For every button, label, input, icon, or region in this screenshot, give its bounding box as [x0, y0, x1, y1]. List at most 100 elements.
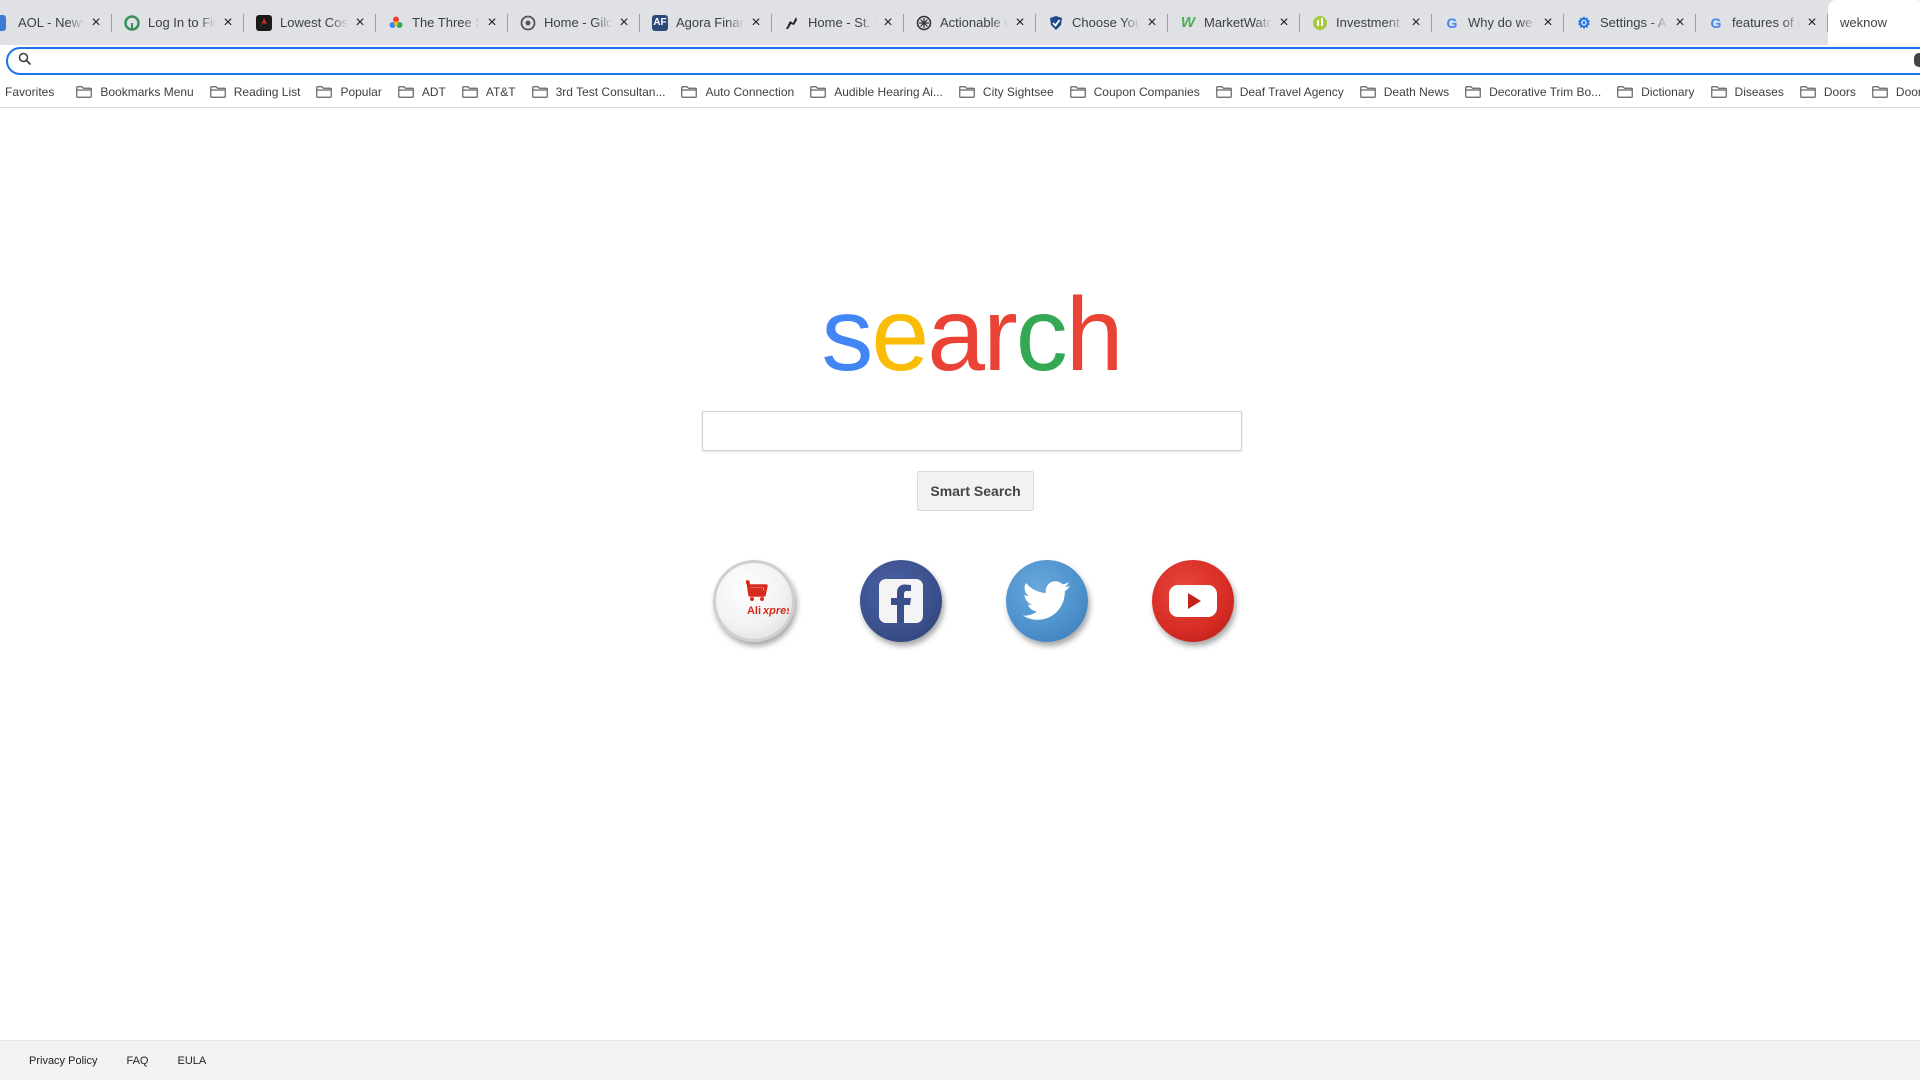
bookmark-folder[interactable]: AT&T	[454, 80, 524, 104]
bookmark-folder[interactable]: Diseases	[1703, 80, 1792, 104]
tab-aol[interactable]: AOL - News, Sports, Weather ×	[0, 0, 112, 45]
bookmark-label: AT&T	[485, 84, 516, 99]
folder-icon	[810, 85, 827, 98]
bookmark-folder[interactable]: Door Compa	[1864, 80, 1920, 104]
bookmark-label: Diseases	[1734, 84, 1784, 99]
folder-icon	[316, 85, 333, 98]
footer: Privacy Policy FAQ EULA	[0, 1040, 1920, 1080]
tab-agora[interactable]: AF Agora Financial ×	[640, 0, 772, 45]
actionable-icon	[916, 15, 932, 31]
aliexpress-shortcut[interactable]: Ali xpress	[713, 560, 795, 642]
tab-three-sisters[interactable]: The Three Sisters ×	[376, 0, 508, 45]
eula-link[interactable]: EULA	[177, 1055, 206, 1067]
close-icon[interactable]: ×	[352, 14, 368, 31]
folder-icon	[1617, 85, 1634, 98]
tab-marketwatch[interactable]: W MarketWatch ×	[1168, 0, 1300, 45]
tab-st-paul[interactable]: Home - St. Paul ×	[772, 0, 904, 45]
bookmark-folder[interactable]: Dictionary	[1609, 80, 1702, 104]
bookmark-folder[interactable]: Audible Hearing Ai...	[802, 80, 951, 104]
bookmark-folder[interactable]: Reading List	[202, 80, 309, 104]
settings-gear-icon: ⚙	[1577, 14, 1591, 31]
folder-icon	[1215, 85, 1232, 98]
bookmark-label: ADT	[421, 84, 446, 99]
bookmark-label: Audible Hearing Ai...	[834, 84, 943, 99]
folder-icon	[531, 85, 548, 98]
close-icon[interactable]: ×	[484, 14, 500, 31]
tab-title: Why do we sleep	[1468, 15, 1536, 30]
fidelity-icon	[124, 14, 140, 31]
bookmark-folder[interactable]: ADT	[390, 80, 454, 104]
bookmark-favorites[interactable]: Favorites	[0, 80, 68, 104]
folder-icon	[681, 85, 698, 98]
bookmark-label: 3rd Test Consultan...	[555, 84, 666, 99]
youtube-icon	[1169, 585, 1217, 617]
logo-letter: a	[927, 277, 985, 393]
folder-icon	[461, 85, 478, 98]
st-paul-icon	[784, 15, 800, 31]
privacy-policy-link[interactable]: Privacy Policy	[29, 1055, 97, 1067]
extension-icon[interactable]	[1914, 53, 1920, 67]
bookmark-label: Decorative Trim Bo...	[1489, 84, 1602, 99]
bookmark-folder[interactable]: Popular	[308, 80, 389, 104]
tab-title: Home - St. Paul	[808, 15, 876, 30]
bookmark-folder[interactable]: Death News	[1352, 80, 1457, 104]
aliexpress-icon: Ali xpress	[746, 580, 789, 617]
tab-investment[interactable]: Investment Tools ×	[1300, 0, 1432, 45]
tab-settings[interactable]: ⚙ Settings - About ×	[1564, 0, 1696, 45]
tab-strip: AOL - News, Sports, Weather × Log In to …	[0, 0, 1920, 45]
facebook-shortcut[interactable]	[860, 560, 942, 642]
close-icon[interactable]: ×	[1144, 14, 1160, 31]
bookmark-label: Auto Connection	[705, 84, 795, 99]
close-icon[interactable]: ×	[1540, 14, 1556, 31]
folder-icon	[1069, 85, 1086, 98]
bookmark-folder[interactable]: City Sightsee	[951, 80, 1062, 104]
tab-title: MarketWatch	[1204, 15, 1272, 30]
bookmark-folder[interactable]: Auto Connection	[673, 80, 802, 104]
tab-why-sleep[interactable]: G Why do we sleep ×	[1432, 0, 1564, 45]
twitter-shortcut[interactable]	[1006, 560, 1088, 642]
smart-search-button[interactable]: Smart Search	[917, 471, 1034, 511]
facebook-icon	[879, 579, 923, 623]
tab-title: Investment Tools	[1336, 15, 1404, 30]
tab-lowest-cost[interactable]: Lowest Cost ×	[244, 0, 376, 45]
close-icon[interactable]: ×	[880, 14, 896, 31]
close-icon[interactable]: ×	[1408, 14, 1424, 31]
folder-icon	[959, 85, 975, 98]
close-icon[interactable]: ×	[1012, 14, 1028, 31]
tab-features-google[interactable]: G features of google ×	[1696, 0, 1828, 45]
bookmark-label: Dictionary	[1641, 84, 1695, 99]
tab-title: features of google	[1732, 15, 1800, 30]
bookmark-folder[interactable]: Decorative Trim Bo...	[1457, 80, 1609, 104]
bookmark-folder[interactable]: 3rd Test Consultan...	[524, 80, 674, 104]
search-icon	[18, 52, 32, 71]
close-icon[interactable]: ×	[88, 14, 104, 31]
tab-choose-your[interactable]: Choose Your ×	[1036, 0, 1168, 45]
folder-icon	[209, 85, 226, 98]
bookmark-folder[interactable]: Coupon Companies	[1062, 80, 1208, 104]
gilded-icon	[520, 15, 536, 31]
logo-letter: c	[1015, 277, 1068, 393]
close-icon[interactable]: ×	[1804, 14, 1820, 31]
omnibox[interactable]	[6, 47, 1920, 75]
bookmark-folder[interactable]: Doors	[1792, 80, 1864, 104]
close-icon[interactable]: ×	[220, 14, 236, 31]
close-icon[interactable]: ×	[748, 14, 764, 31]
tab-gilded[interactable]: Home - Gilded ×	[508, 0, 640, 45]
google-icon: G	[1710, 14, 1722, 31]
bookmark-label: Reading List	[233, 84, 301, 99]
close-icon[interactable]: ×	[1672, 14, 1688, 31]
folder-icon	[1710, 85, 1727, 98]
tab-fidelity[interactable]: Log In to Fidelity ×	[112, 0, 244, 45]
address-bar-input[interactable]	[40, 52, 1920, 70]
tab-actionable[interactable]: Actionable wisdom ×	[904, 0, 1036, 45]
faq-link[interactable]: FAQ	[126, 1055, 148, 1067]
search-input[interactable]	[702, 411, 1242, 451]
bookmark-label: Death News	[1383, 84, 1450, 99]
tab-title: Lowest Cost	[280, 15, 348, 30]
bookmark-folder[interactable]: Deaf Travel Agency	[1208, 80, 1352, 104]
tab-weknow-active[interactable]: weknow	[1828, 0, 1920, 45]
close-icon[interactable]: ×	[1276, 14, 1292, 31]
youtube-shortcut[interactable]	[1152, 560, 1234, 642]
bookmark-folder[interactable]: Bookmarks Menu	[68, 80, 201, 104]
close-icon[interactable]: ×	[616, 14, 632, 31]
